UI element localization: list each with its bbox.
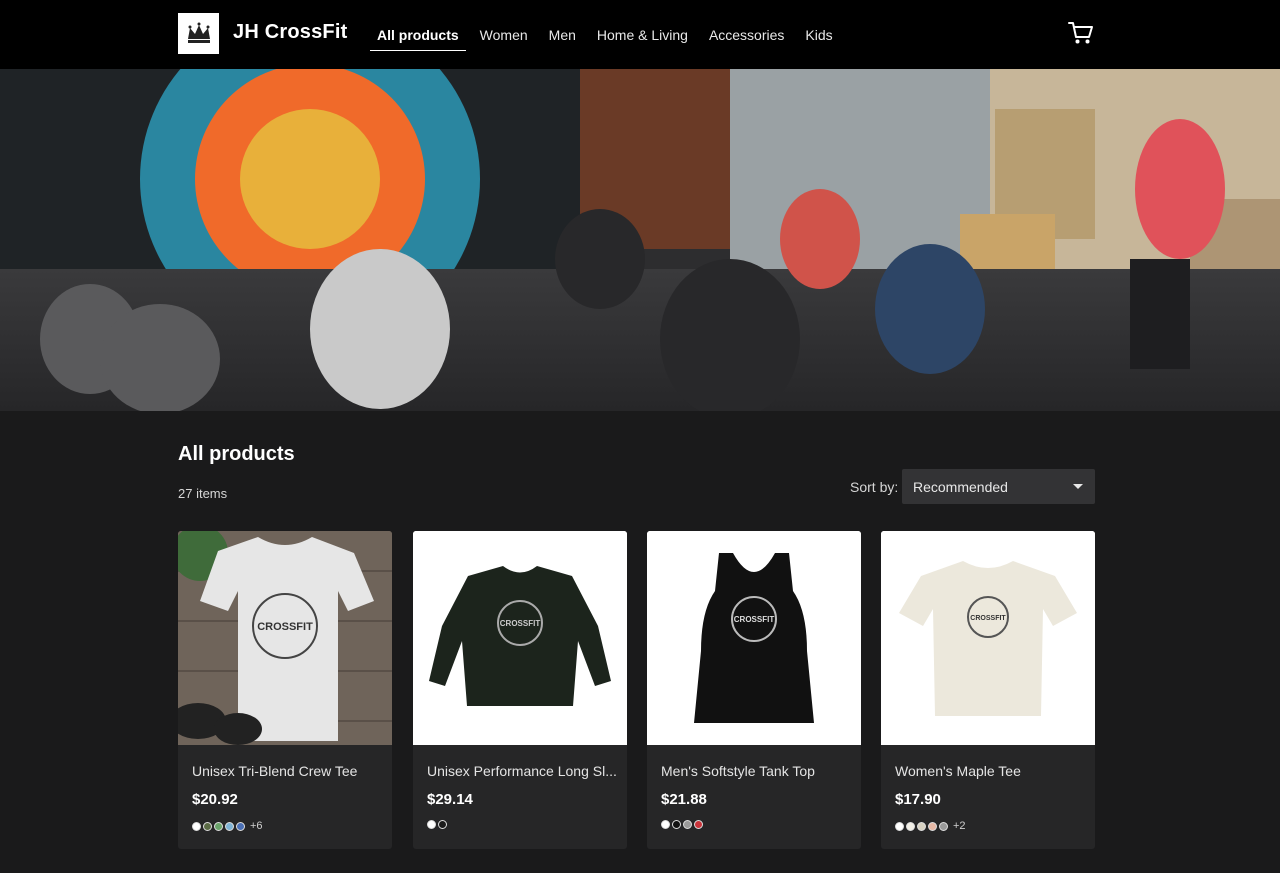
top-bar: JH CrossFit All products Women Men Home …: [0, 0, 1280, 69]
svg-text:CROSSFIT: CROSSFIT: [257, 621, 313, 633]
product-image[interactable]: CROSSFIT: [178, 531, 392, 745]
nav-kids[interactable]: Kids: [805, 19, 832, 51]
long-sleeve-image: CROSSFIT: [413, 531, 627, 745]
store-logo[interactable]: [178, 13, 219, 54]
product-price: $20.92: [192, 791, 238, 808]
product-image[interactable]: CROSSFIT: [881, 531, 1095, 745]
tshirt-image: CROSSFIT: [178, 531, 392, 745]
tank-top-image: CROSSFIT: [647, 531, 861, 745]
color-swatch[interactable]: [661, 820, 670, 829]
color-swatch[interactable]: [427, 820, 436, 829]
product-name[interactable]: Unisex Tri-Blend Crew Tee: [192, 763, 382, 779]
color-swatch[interactable]: [917, 821, 926, 831]
color-swatches: [427, 820, 449, 829]
hero-gym-photo: [0, 69, 1280, 411]
color-swatch[interactable]: [203, 821, 212, 831]
page-title: All products: [178, 443, 295, 465]
color-swatch[interactable]: [694, 820, 703, 829]
sort-dropdown[interactable]: Recommended: [902, 469, 1095, 504]
tshirt-image: CROSSFIT: [881, 531, 1095, 745]
hero-banner: [0, 69, 1280, 411]
nav-women[interactable]: Women: [480, 19, 528, 51]
product-card[interactable]: CROSSFIT Unisex Performance Long Sl... $…: [413, 531, 627, 849]
crown-icon: [187, 22, 210, 43]
color-swatches: +2: [895, 820, 966, 832]
product-name[interactable]: Women's Maple Tee: [895, 763, 1085, 779]
product-card[interactable]: CROSSFIT Men's Softstyle Tank Top $21.88: [647, 531, 861, 849]
product-name[interactable]: Unisex Performance Long Sl...: [427, 763, 617, 779]
more-colors: +6: [250, 820, 263, 832]
color-swatch[interactable]: [438, 820, 447, 829]
brand-name[interactable]: JH CrossFit: [233, 21, 347, 44]
color-swatch[interactable]: [225, 821, 234, 831]
nav-all-products[interactable]: All products: [370, 19, 466, 51]
product-card[interactable]: CROSSFIT Women's Maple Tee $17.90 +2: [881, 531, 1095, 849]
color-swatch[interactable]: [236, 821, 245, 831]
svg-text:CROSSFIT: CROSSFIT: [734, 615, 775, 624]
svg-text:CROSSFIT: CROSSFIT: [500, 619, 541, 628]
product-name[interactable]: Men's Softstyle Tank Top: [661, 763, 851, 779]
svg-text:CROSSFIT: CROSSFIT: [970, 615, 1006, 622]
color-swatch[interactable]: [906, 821, 915, 831]
nav-accessories[interactable]: Accessories: [709, 19, 784, 51]
main-nav: All products Women Men Home & Living Acc…: [370, 0, 854, 69]
sort-value: Recommended: [913, 479, 1008, 495]
color-swatches: +6: [192, 820, 263, 832]
color-swatch[interactable]: [672, 820, 681, 829]
color-swatch[interactable]: [192, 821, 201, 831]
color-swatch[interactable]: [939, 821, 948, 831]
color-swatch[interactable]: [928, 821, 937, 831]
product-price: $29.14: [427, 791, 473, 808]
color-swatch[interactable]: [683, 820, 692, 829]
sort-label: Sort by:: [850, 479, 899, 495]
product-price: $21.88: [661, 791, 707, 808]
chevron-down-icon: [1073, 484, 1083, 489]
more-colors: +2: [953, 820, 966, 832]
product-price: $17.90: [895, 791, 941, 808]
product-card[interactable]: CROSSFIT Unisex Tri-Blend Crew Tee $20.9…: [178, 531, 392, 849]
item-count: 27 items: [178, 486, 228, 501]
product-image[interactable]: CROSSFIT: [413, 531, 627, 745]
nav-men[interactable]: Men: [549, 19, 576, 51]
color-swatches: [661, 820, 705, 829]
nav-home-living[interactable]: Home & Living: [597, 19, 688, 51]
color-swatch[interactable]: [214, 821, 223, 831]
color-swatch[interactable]: [895, 821, 904, 831]
cart-icon[interactable]: [1068, 20, 1094, 46]
product-image[interactable]: CROSSFIT: [647, 531, 861, 745]
